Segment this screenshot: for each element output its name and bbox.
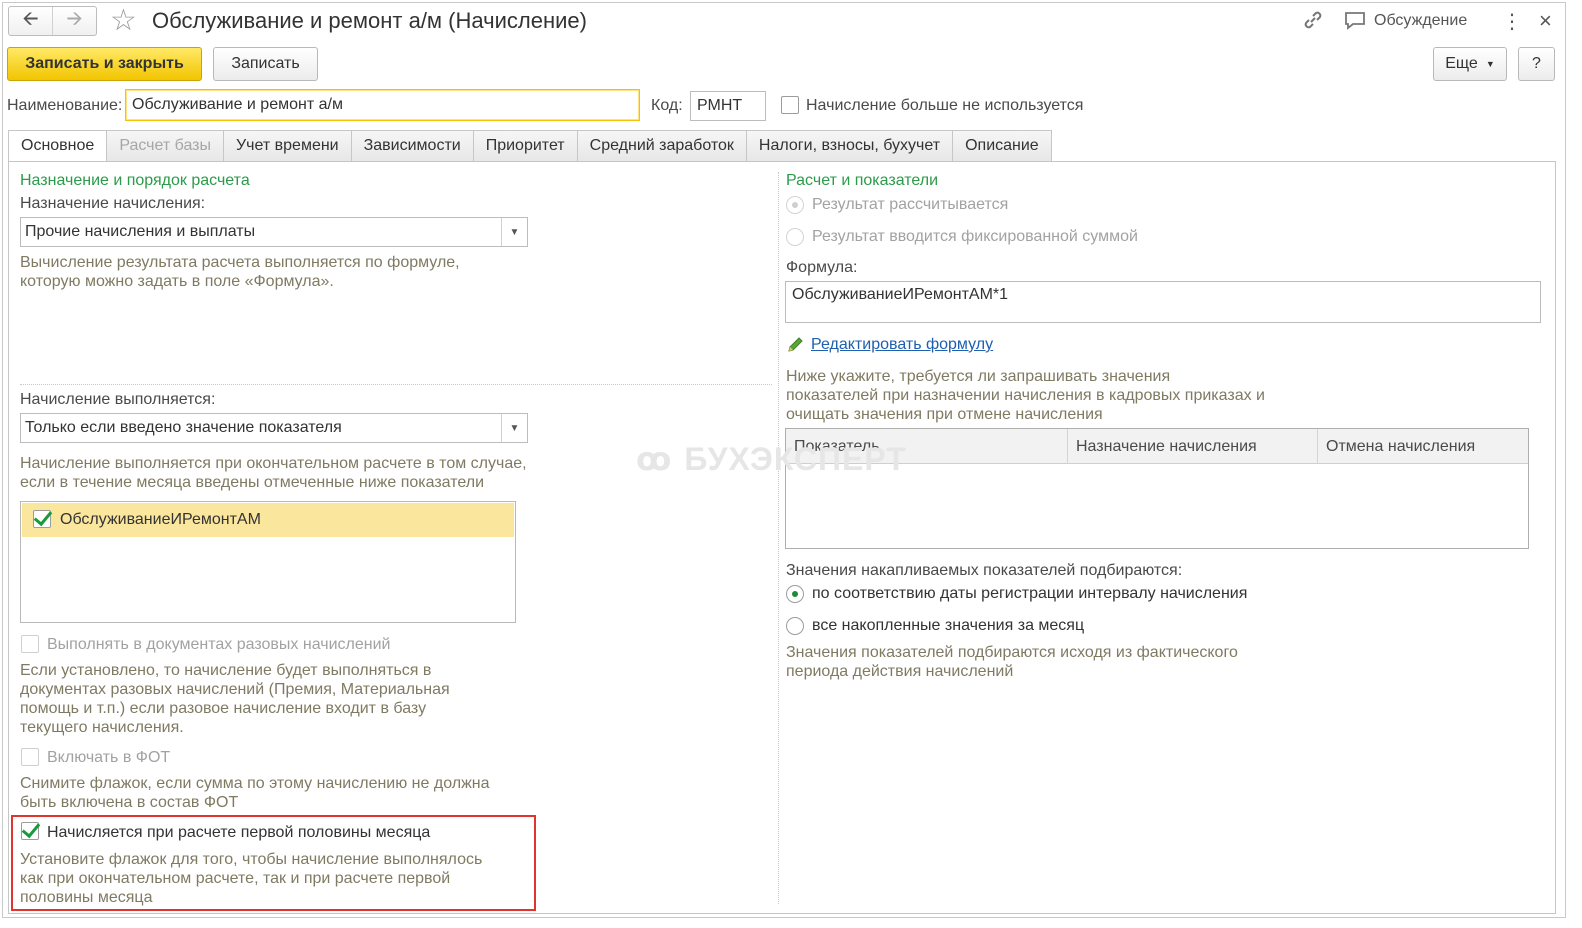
radio-accum-by-date-label: по соответствию даты регистрации интерва… bbox=[812, 585, 1248, 602]
firsthalf-hint-line-2: как при окончательном расчете, так и при… bbox=[20, 870, 451, 887]
fot-label: Включать в ФОТ bbox=[47, 749, 171, 766]
tab-time-accounting[interactable]: Учет времени bbox=[224, 130, 352, 162]
discussion-button[interactable]: Обсуждение bbox=[1374, 12, 1467, 30]
onetime-hint-line-4: текущего начисления. bbox=[20, 719, 184, 736]
radio-result-fixed-label: Результат вводится фиксированной суммой bbox=[812, 228, 1138, 245]
formula-field[interactable]: ОбслуживаниеИРемонтАМ*1 bbox=[785, 281, 1541, 323]
firsthalf-checkbox[interactable] bbox=[21, 822, 39, 840]
onetime-checkbox[interactable] bbox=[21, 635, 39, 653]
fot-hint-line-2: быть включена в состав ФОТ bbox=[20, 794, 239, 811]
purpose-hint-line-2: которую можно задать в поле «Формула». bbox=[20, 273, 334, 290]
tab-main[interactable]: Основное bbox=[8, 130, 108, 162]
forward-arrow-icon[interactable]: 🡪 bbox=[52, 7, 96, 35]
help-button[interactable]: ? bbox=[1518, 47, 1555, 81]
radio-accum-by-date[interactable] bbox=[786, 585, 804, 603]
name-input[interactable]: Обслуживание и ремонт а/м bbox=[125, 89, 640, 121]
code-label: Код: bbox=[651, 97, 683, 114]
watermark: ꝏ БУХЭКСПЕРТ bbox=[636, 440, 907, 478]
more-actions-button[interactable]: Еще ▼ bbox=[1433, 47, 1507, 81]
radio-result-calculated[interactable] bbox=[786, 196, 804, 214]
fot-hint-line-1: Снимите флажок, если сумма по этому начи… bbox=[20, 775, 490, 792]
window-title: Обслуживание и ремонт а/м (Начисление) bbox=[152, 8, 587, 33]
onetime-hint-line-3: помощь и т.п.) если разовое начисление в… bbox=[20, 700, 427, 717]
unused-label: Начисление больше не используется bbox=[806, 97, 1084, 114]
close-icon[interactable]: × bbox=[1539, 8, 1552, 34]
firsthalf-label: Начисляется при расчете первой половины … bbox=[47, 824, 431, 841]
accum-hint-line-2: периода действия начислений bbox=[786, 663, 1014, 680]
request-hint-line-2: показателей при назначении начисления в … bbox=[786, 387, 1265, 404]
watermark-logo-icon: ꝏ bbox=[636, 441, 673, 477]
left-section-title: Назначение и порядок расчета bbox=[20, 172, 250, 189]
exec-select[interactable]: Только если введено значение показателя … bbox=[20, 413, 528, 443]
tab-priority[interactable]: Приоритет bbox=[473, 130, 578, 162]
purpose-hint-line-1: Вычисление результата расчета выполняетс… bbox=[20, 254, 460, 271]
dropdown-arrow-icon[interactable]: ▼ bbox=[501, 218, 527, 246]
indicators-list[interactable]: ОбслуживаниеИРемонтАМ bbox=[20, 501, 516, 623]
more-actions-label: Еще bbox=[1445, 55, 1478, 72]
grid-col-assignment[interactable]: Назначение начисления bbox=[1068, 429, 1318, 464]
exec-hint-line-1: Начисление выполняется при окончательном… bbox=[20, 455, 527, 472]
pencil-icon[interactable] bbox=[786, 336, 804, 359]
discussion-icon[interactable] bbox=[1344, 11, 1366, 36]
radio-result-fixed[interactable] bbox=[786, 228, 804, 246]
fot-checkbox[interactable] bbox=[21, 748, 39, 766]
code-input[interactable]: РМНТ bbox=[690, 91, 766, 121]
dropdown-arrow-icon[interactable]: ▼ bbox=[501, 414, 527, 442]
favorite-star-icon[interactable]: ☆ bbox=[110, 3, 137, 38]
tab-taxes[interactable]: Налоги, взносы, бухучет bbox=[746, 130, 954, 162]
exec-label: Начисление выполняется: bbox=[20, 391, 216, 408]
navigation-group: 🡨 🡪 bbox=[8, 6, 97, 36]
request-hint-line-1: Ниже укажите, требуется ли запрашивать з… bbox=[786, 368, 1171, 385]
tab-dependencies[interactable]: Зависимости bbox=[351, 130, 474, 162]
right-section-title: Расчет и показатели bbox=[786, 172, 939, 189]
radio-accum-all-label: все накопленные значения за месяц bbox=[812, 617, 1085, 634]
section-divider bbox=[20, 384, 772, 385]
tab-description[interactable]: Описание bbox=[953, 130, 1052, 162]
request-hint-line-3: очищать значения при отмене начисления bbox=[786, 406, 1103, 423]
radio-accum-all[interactable] bbox=[786, 617, 804, 635]
purpose-select-value: Прочие начисления и выплаты bbox=[25, 223, 256, 240]
accum-label: Значения накапливаемых показателей подби… bbox=[786, 562, 1183, 579]
purpose-select[interactable]: Прочие начисления и выплаты ▼ bbox=[20, 217, 528, 247]
column-divider bbox=[778, 172, 779, 904]
name-label: Наименование: bbox=[7, 97, 123, 114]
accum-hint-line-1: Значения показателей подбираются исходя … bbox=[786, 644, 1238, 661]
save-and-close-button[interactable]: Записать и закрыть bbox=[7, 47, 202, 81]
firsthalf-hint-line-3: половины месяца bbox=[20, 889, 153, 906]
firsthalf-hint-line-1: Установите флажок для того, чтобы начисл… bbox=[20, 851, 483, 868]
tab-base-calculation[interactable]: Расчет базы bbox=[107, 130, 224, 162]
tab-average-earnings[interactable]: Средний заработок bbox=[577, 130, 747, 162]
watermark-text: БУХЭКСПЕРТ bbox=[684, 441, 907, 477]
onetime-label: Выполнять в документах разовых начислени… bbox=[47, 636, 391, 653]
radio-result-calculated-label: Результат рассчитывается bbox=[812, 196, 1009, 213]
onetime-hint-line-1: Если установлено, то начисление будет вы… bbox=[20, 662, 432, 679]
exec-select-value: Только если введено значение показателя bbox=[25, 419, 342, 436]
dropdown-arrow-icon: ▼ bbox=[1485, 59, 1495, 69]
exec-hint-line-2: если в течение месяца введены отмеченные… bbox=[20, 474, 484, 491]
link-icon[interactable] bbox=[1302, 9, 1324, 36]
save-button[interactable]: Записать bbox=[213, 47, 318, 81]
onetime-hint-line-2: документах разовых начислений (Премия, М… bbox=[20, 681, 450, 698]
back-arrow-icon[interactable]: 🡨 bbox=[9, 7, 52, 35]
edit-formula-link[interactable]: Редактировать формулу bbox=[811, 336, 993, 354]
more-menu-icon[interactable]: ⋮ bbox=[1502, 9, 1522, 34]
formula-label: Формула: bbox=[786, 259, 858, 276]
unused-checkbox[interactable] bbox=[781, 96, 799, 114]
indicator-label: ОбслуживаниеИРемонтАМ bbox=[60, 511, 261, 528]
grid-col-cancel[interactable]: Отмена начисления bbox=[1318, 429, 1528, 464]
tab-bar: Основное Расчет базы Учет времени Зависи… bbox=[8, 130, 1052, 162]
purpose-label: Назначение начисления: bbox=[20, 195, 206, 212]
indicator-checkbox[interactable] bbox=[33, 510, 51, 528]
